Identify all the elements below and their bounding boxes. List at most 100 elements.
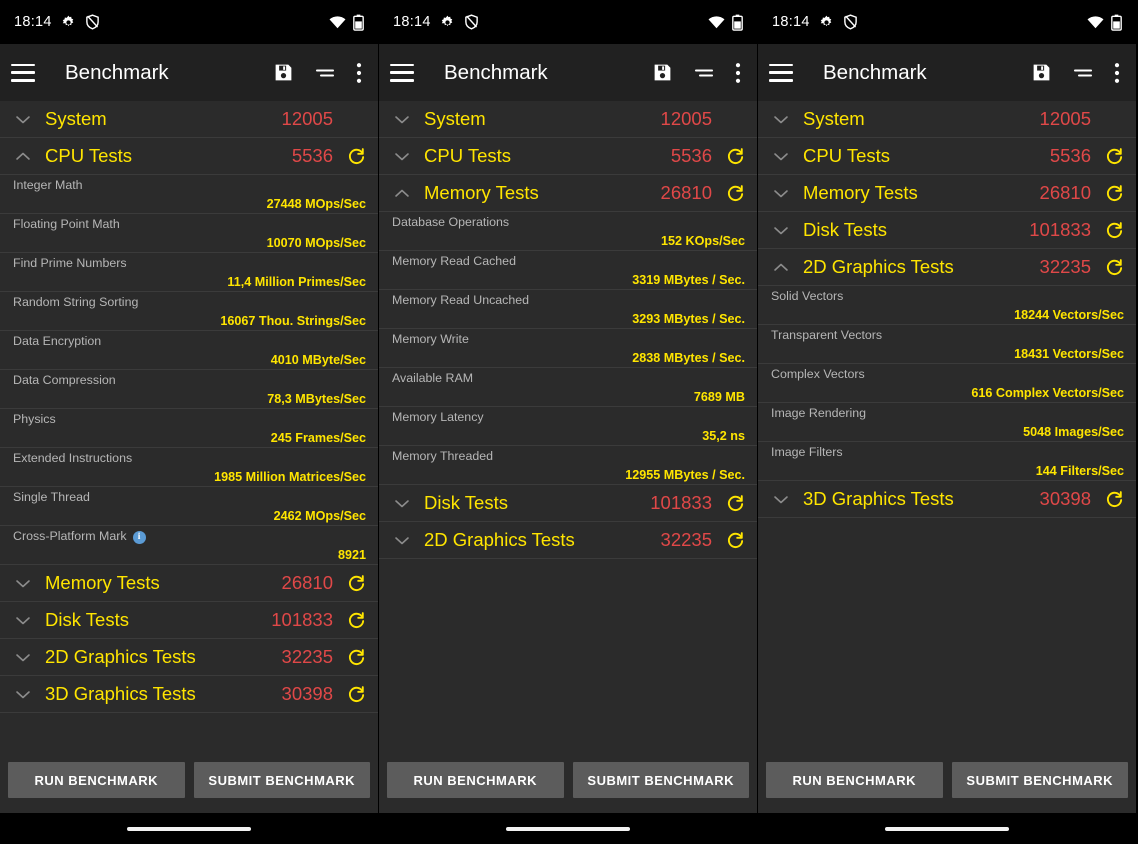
detail-label-text: Integer Math	[13, 178, 83, 192]
status-bar-left: 18:14	[393, 14, 479, 30]
detail-label: Cross-Platform Mark i	[13, 529, 366, 544]
section-header-system[interactable]: System 12005	[379, 101, 757, 138]
refresh-icon[interactable]	[721, 531, 745, 550]
chevron-down-icon[interactable]	[10, 614, 36, 627]
info-icon[interactable]: i	[132, 530, 146, 544]
sort-icon[interactable]	[693, 65, 715, 81]
status-bar-left: 18:14	[14, 14, 100, 30]
run-benchmark-button[interactable]: RUN BENCHMARK	[766, 762, 943, 798]
section-header-system[interactable]: System 12005	[0, 101, 378, 138]
section-header-gfx3d[interactable]: 3D Graphics Tests 30398	[758, 481, 1136, 518]
section-header-memory[interactable]: Memory Tests 26810	[0, 565, 378, 602]
section-header-gfx2d[interactable]: 2D Graphics Tests 32235	[0, 639, 378, 676]
section-header-cpu[interactable]: CPU Tests 5536	[379, 138, 757, 175]
chevron-down-icon[interactable]	[768, 224, 794, 237]
refresh-icon[interactable]	[1100, 184, 1124, 203]
detail-label-text: Extended Instructions	[13, 451, 133, 465]
chevron-down-icon[interactable]	[389, 497, 415, 510]
refresh-icon[interactable]	[342, 685, 366, 704]
section-title: CPU Tests	[424, 145, 512, 166]
submit-benchmark-button[interactable]: SUBMIT BENCHMARK	[572, 762, 749, 798]
submit-benchmark-button[interactable]: SUBMIT BENCHMARK	[193, 762, 370, 798]
section-header-cpu[interactable]: CPU Tests 5536	[0, 138, 378, 175]
hamburger-menu-icon[interactable]	[390, 63, 414, 82]
app-bar-actions	[273, 62, 366, 84]
app-bar: Benchmark	[758, 44, 1136, 101]
detail-row: Memory Latency 35,2 ns	[379, 407, 757, 446]
gesture-home-pill[interactable]	[127, 826, 251, 831]
refresh-icon[interactable]	[721, 494, 745, 513]
hamburger-menu-icon[interactable]	[769, 63, 793, 82]
detail-value: 245 Frames/Sec	[270, 431, 366, 445]
sort-icon[interactable]	[314, 65, 336, 81]
section-header-memory[interactable]: Memory Tests 26810	[379, 175, 757, 212]
chevron-down-icon[interactable]	[768, 150, 794, 163]
hamburger-menu-icon[interactable]	[11, 63, 35, 82]
submit-benchmark-button[interactable]: SUBMIT BENCHMARK	[951, 762, 1128, 798]
chevron-down-icon[interactable]	[10, 577, 36, 590]
detail-label-text: Memory Write	[392, 332, 469, 346]
refresh-icon[interactable]	[342, 574, 366, 593]
detail-label: Memory Write	[392, 332, 745, 346]
refresh-icon[interactable]	[342, 147, 366, 166]
gesture-home-pill[interactable]	[506, 826, 630, 831]
detail-value: 16067 Thou. Strings/Sec	[220, 314, 366, 328]
chevron-down-icon[interactable]	[389, 113, 415, 126]
section-header-disk[interactable]: Disk Tests 101833	[758, 212, 1136, 249]
battery-icon	[732, 14, 743, 31]
chevron-up-icon[interactable]	[389, 187, 415, 200]
section-score: 26810	[1039, 182, 1091, 203]
chevron-down-icon[interactable]	[389, 150, 415, 163]
refresh-icon[interactable]	[342, 648, 366, 667]
section-header-disk[interactable]: Disk Tests 101833	[379, 485, 757, 522]
detail-row: Extended Instructions 1985 Million Matric…	[0, 448, 378, 487]
refresh-icon[interactable]	[1100, 221, 1124, 240]
status-bar-right	[1087, 14, 1122, 31]
detail-value: 27448 MOps/Sec	[266, 197, 366, 211]
overflow-menu-icon[interactable]	[735, 62, 741, 84]
refresh-icon[interactable]	[721, 184, 745, 203]
gesture-home-pill[interactable]	[885, 826, 1009, 831]
chevron-down-icon[interactable]	[768, 187, 794, 200]
section-header-gfx3d[interactable]: 3D Graphics Tests 30398	[0, 676, 378, 713]
section-header-system[interactable]: System 12005	[758, 101, 1136, 138]
phone-screen-2: 18:14 Benchmark System 12005 CPU Tests 5536 Me…	[379, 0, 758, 844]
sort-icon[interactable]	[1072, 65, 1094, 81]
section-header-gfx2d[interactable]: 2D Graphics Tests 32235	[758, 249, 1136, 286]
chevron-down-icon[interactable]	[768, 493, 794, 506]
overflow-menu-icon[interactable]	[356, 62, 362, 84]
refresh-icon[interactable]	[1100, 147, 1124, 166]
detail-label: Image Rendering	[771, 406, 1124, 420]
run-benchmark-button[interactable]: RUN BENCHMARK	[8, 762, 185, 798]
refresh-icon[interactable]	[342, 611, 366, 630]
chevron-down-icon[interactable]	[389, 534, 415, 547]
save-icon[interactable]	[273, 62, 294, 83]
detail-value: 1985 Million Matrices/Sec	[214, 470, 366, 484]
section-header-disk[interactable]: Disk Tests 101833	[0, 602, 378, 639]
save-icon[interactable]	[652, 62, 673, 83]
section-title: Disk Tests	[424, 492, 508, 513]
overflow-menu-icon[interactable]	[1114, 62, 1120, 84]
section-score: 26810	[660, 182, 712, 203]
section-score: 101833	[650, 492, 712, 513]
chevron-down-icon[interactable]	[768, 113, 794, 126]
save-icon[interactable]	[1031, 62, 1052, 83]
chevron-up-icon[interactable]	[10, 150, 36, 163]
run-benchmark-button[interactable]: RUN BENCHMARK	[387, 762, 564, 798]
refresh-icon[interactable]	[1100, 258, 1124, 277]
chevron-down-icon[interactable]	[10, 651, 36, 664]
refresh-icon[interactable]	[721, 147, 745, 166]
refresh-icon[interactable]	[1100, 490, 1124, 509]
chevron-up-icon[interactable]	[768, 261, 794, 274]
section-score: 30398	[281, 683, 333, 704]
detail-label: Integer Math	[13, 178, 366, 192]
chevron-down-icon[interactable]	[10, 688, 36, 701]
section-header-cpu[interactable]: CPU Tests 5536	[758, 138, 1136, 175]
chevron-down-icon[interactable]	[10, 113, 36, 126]
detail-value: 18244 Vectors/Sec	[1014, 308, 1124, 322]
section-header-memory[interactable]: Memory Tests 26810	[758, 175, 1136, 212]
section-header-gfx2d[interactable]: 2D Graphics Tests 32235	[379, 522, 757, 559]
detail-label-text: Image Filters	[771, 445, 843, 459]
section-score: 5536	[291, 145, 333, 166]
section-title: System	[803, 108, 865, 129]
